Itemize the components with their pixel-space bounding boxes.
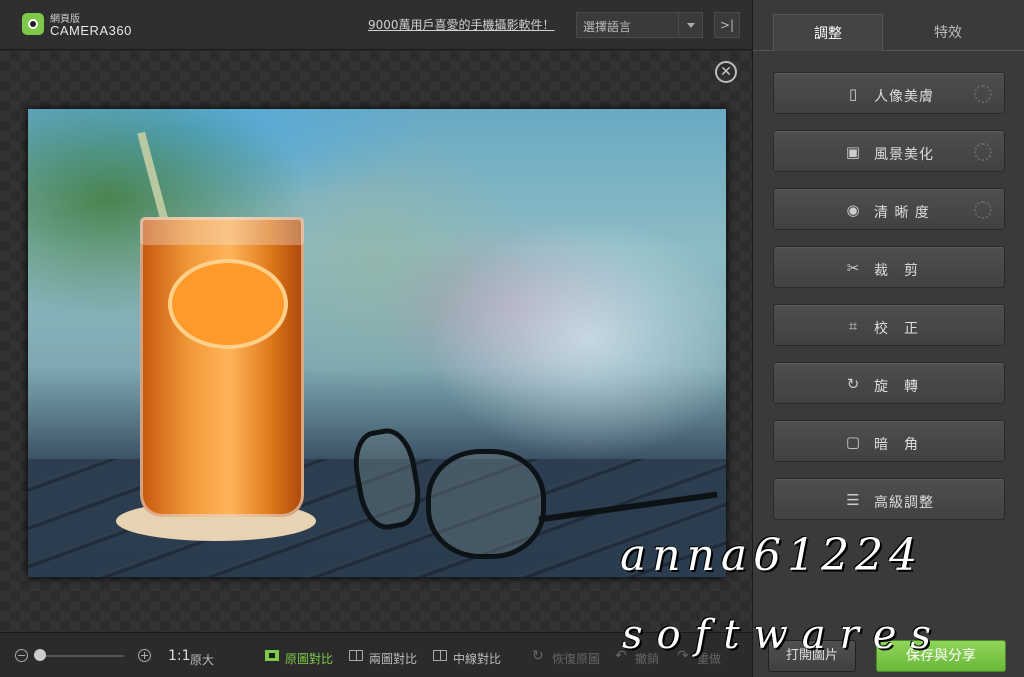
clarity-button[interactable]: ◉ 清 晰 度 — [773, 188, 1005, 230]
tool-label: 風景美化 — [874, 147, 934, 163]
header-bar: 網頁版 CAMERA360 9000萬用戶喜愛的手機攝影軟件！ 選擇語言 >| — [0, 0, 752, 50]
loading-spinner-icon — [974, 85, 992, 103]
zoom-slider-track[interactable] — [36, 655, 124, 657]
photo-glass-rim — [140, 217, 304, 245]
restore-button[interactable]: 恢復原圖 — [552, 650, 600, 667]
photo-orange-slice — [168, 259, 288, 349]
compare-original-icon[interactable] — [265, 650, 279, 661]
compare-original-button[interactable]: 原圖對比 — [285, 650, 333, 667]
scissors-icon: ✂ — [846, 259, 860, 277]
language-select-label: 選擇語言 — [583, 20, 632, 34]
watermark-line-2: softwares — [622, 612, 945, 658]
original-size-button[interactable]: 原大 — [190, 651, 214, 668]
crop-button[interactable]: ✂ 裁 剪 — [773, 246, 1005, 288]
camera360-web-app: 網頁版 CAMERA360 9000萬用戶喜愛的手機攝影軟件！ 選擇語言 >| … — [0, 0, 1024, 677]
promo-link[interactable]: 9000萬用戶喜愛的手機攝影軟件！ — [368, 16, 555, 33]
tool-label: 校 正 — [874, 321, 919, 337]
chevron-down-icon[interactable] — [678, 13, 702, 37]
zoom-out-icon[interactable] — [15, 649, 28, 662]
landscape-icon: ▣ — [845, 143, 861, 161]
advanced-adjust-button[interactable]: ☰ 高級調整 — [773, 478, 1005, 520]
tool-label: 旋 轉 — [874, 379, 919, 395]
loading-spinner-icon — [974, 201, 992, 219]
sliders-icon: ☰ — [846, 491, 860, 509]
zoom-in-icon[interactable] — [138, 649, 151, 662]
logo-title: CAMERA360 — [50, 23, 132, 38]
portrait-icon: ▯ — [848, 85, 858, 103]
tool-label: 清 晰 度 — [874, 205, 930, 221]
tab-adjust[interactable]: 調整 — [773, 14, 883, 51]
loading-spinner-icon — [974, 143, 992, 161]
watermark-line-1: anna61224 — [620, 530, 924, 581]
tool-label: 高級調整 — [874, 495, 934, 511]
zoom-ratio[interactable]: 1:1 — [168, 648, 191, 664]
photo-straw — [137, 131, 171, 231]
portrait-beauty-button[interactable]: ▯ 人像美膚 — [773, 72, 1005, 114]
tool-label: 人像美膚 — [874, 89, 934, 105]
eye-icon: ◉ — [846, 201, 860, 219]
zoom-slider-thumb[interactable] — [34, 649, 46, 661]
camera360-logo-icon — [22, 13, 44, 35]
crop-correct-icon: ⌗ — [848, 317, 858, 335]
language-select[interactable]: 選擇語言 — [576, 12, 703, 38]
restore-icon[interactable]: ↻ — [532, 648, 544, 664]
vignette-icon: ▢ — [845, 433, 861, 451]
tool-label: 暗 角 — [874, 437, 919, 453]
compare-two-button[interactable]: 兩圖對比 — [369, 650, 417, 667]
tab-effects[interactable]: 特效 — [893, 14, 1003, 51]
collapse-panel-icon[interactable]: >| — [714, 12, 740, 38]
compare-middle-button[interactable]: 中線對比 — [453, 650, 501, 667]
tool-label: 裁 剪 — [874, 263, 919, 279]
compare-middle-icon[interactable] — [433, 650, 447, 661]
landscape-beauty-button[interactable]: ▣ 風景美化 — [773, 130, 1005, 172]
photo-sunglasses-right-lens — [426, 449, 546, 559]
rotate-icon: ↻ — [846, 375, 860, 393]
close-icon[interactable]: ✕ — [715, 61, 737, 83]
correct-button[interactable]: ⌗ 校 正 — [773, 304, 1005, 346]
compare-two-icon[interactable] — [349, 650, 363, 661]
vignette-button[interactable]: ▢ 暗 角 — [773, 420, 1005, 462]
photo-preview — [28, 109, 726, 577]
rotate-button[interactable]: ↻ 旋 轉 — [773, 362, 1005, 404]
